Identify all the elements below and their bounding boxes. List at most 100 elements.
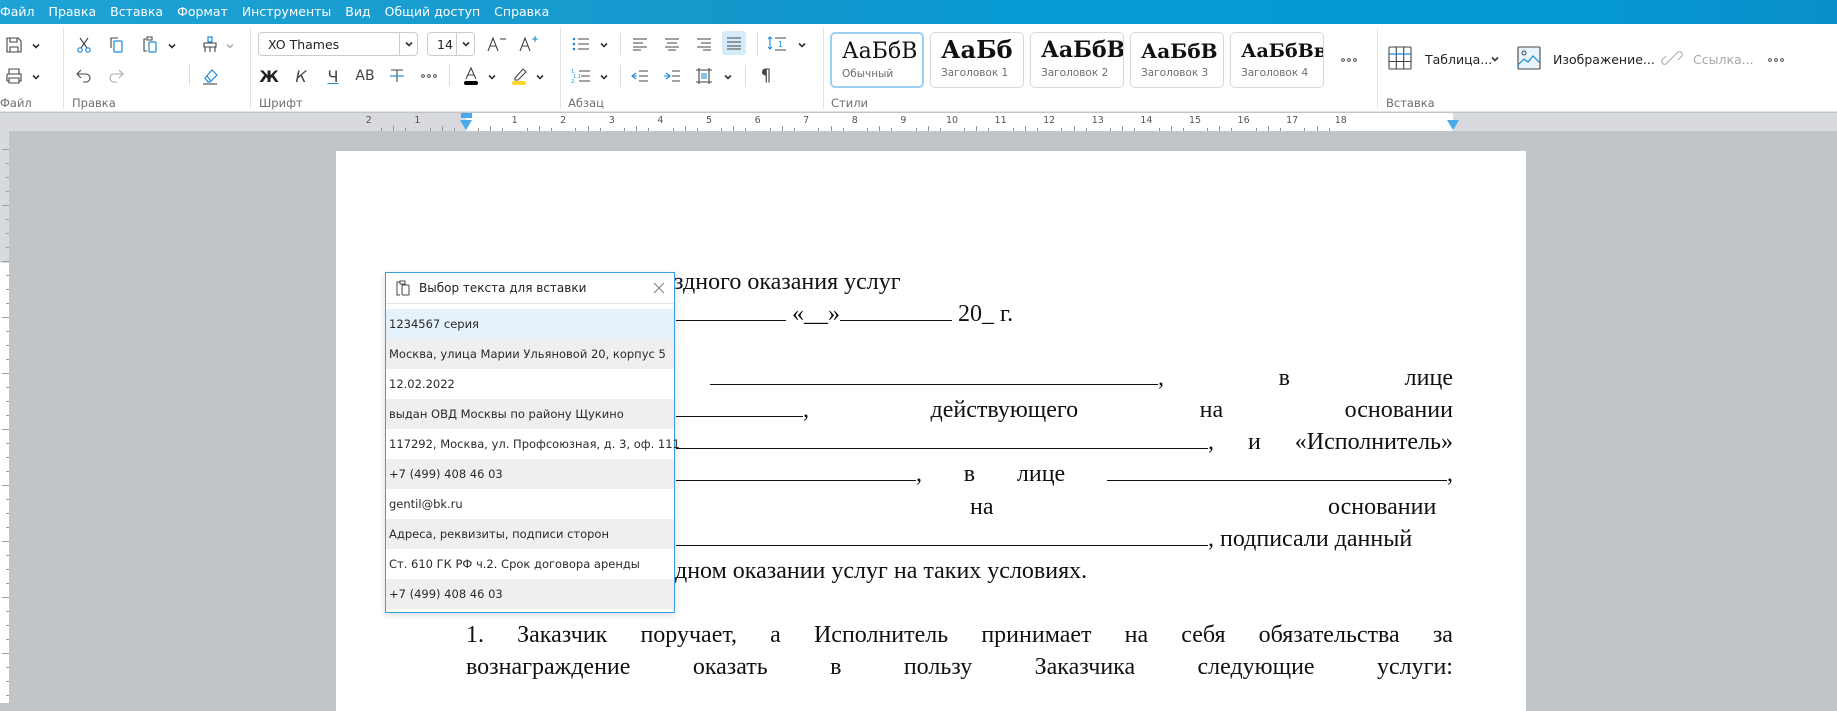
copy-button[interactable] [102,33,130,57]
decrease-font-size-button[interactable] [483,32,511,56]
paste-item[interactable]: 12.02.2022 [386,369,674,399]
close-icon[interactable] [652,281,666,295]
print-dropdown-chevron-icon[interactable] [30,71,42,83]
font-color-chevron-icon[interactable] [486,71,498,83]
insert-image-label[interactable]: Изображение... [1553,52,1655,67]
paste-dropdown-chevron-icon[interactable] [166,40,178,52]
doc-line[interactable]: , в лице , [676,458,1453,490]
paste-item[interactable]: +7 (499) 408 46 03 [386,579,674,609]
style-normal[interactable]: АаБбВ Обычный [830,32,924,88]
insert-table-button[interactable] [1386,46,1414,70]
text[interactable]: основании [1328,491,1436,523]
change-case-button[interactable]: АВ [351,64,379,88]
format-painter-button[interactable] [196,33,224,57]
format-painter-chevron-icon[interactable] [224,40,236,52]
first-line-indent-marker[interactable] [461,113,472,118]
font-color-button[interactable] [457,64,485,88]
style-heading-4[interactable]: АаБбВв Заголовок 4 [1230,32,1324,88]
increase-font-size-button[interactable] [515,32,543,56]
line-spacing-button[interactable]: 1 [763,32,791,56]
menu-tools[interactable]: Инструменты [235,0,338,24]
more-font-options-button[interactable] [415,64,443,88]
align-right-button[interactable] [690,32,718,56]
strikethrough-button[interactable] [383,64,411,88]
paste-button[interactable] [136,33,164,57]
more-styles-button[interactable] [1335,48,1363,72]
blank-field[interactable] [1106,459,1447,481]
doc-line[interactable]: , подписали данный [676,523,1412,555]
paste-item[interactable]: +7 (499) 408 46 03 [386,459,674,489]
paragraph-borders-button[interactable] [690,64,718,88]
blank-field[interactable] [676,524,1208,546]
menu-view[interactable]: Вид [338,0,377,24]
insert-link-label[interactable]: Ссылка... [1693,52,1754,67]
paste-item[interactable]: 117292, Москва, ул. Профсоюзная, д. 3, о… [386,429,680,459]
text[interactable]: на [970,491,994,523]
more-insert-button[interactable] [1762,48,1790,72]
doc-paragraph-1-line-2[interactable]: вознаграждение оказать в пользу Заказчика сле… [466,651,1453,683]
highlight-color-chevron-icon[interactable] [534,71,546,83]
insert-image-button[interactable] [1515,46,1543,70]
right-indent-marker[interactable] [1447,120,1459,130]
menu-sharing[interactable]: Общий доступ [378,0,488,24]
doc-line[interactable]: , в лице [710,362,1453,394]
redo-button[interactable] [102,64,130,88]
numbered-list-button[interactable]: 1. 1.1 2. [567,64,595,88]
align-justify-button[interactable] [722,31,746,55]
bold-button[interactable]: Ж [255,64,283,88]
show-formatting-marks-button[interactable]: ¶ [752,64,780,88]
menu-file[interactable]: Файл [0,0,42,24]
print-button[interactable] [0,64,28,88]
italic-button[interactable]: К [287,64,315,88]
insert-table-chevron-icon[interactable] [1489,53,1501,65]
font-name-select[interactable]: XO Thames [258,32,418,56]
borders-chevron-icon[interactable] [722,71,734,83]
blank-field[interactable] [840,299,952,321]
align-left-button[interactable] [626,32,654,56]
underline-button[interactable]: Ч [319,64,347,88]
style-heading-3[interactable]: АаБбВ Заголовок 3 [1130,32,1224,88]
font-size-select[interactable]: 14 [427,32,475,56]
undo-button[interactable] [70,64,98,88]
style-heading-1[interactable]: АаБб Заголовок 1 [930,32,1024,88]
blank-field[interactable] [676,427,1208,449]
vertical-ruler[interactable] [0,131,9,703]
blank-field[interactable] [710,363,1158,385]
style-heading-2[interactable]: АаБбВ Заголовок 2 [1030,32,1124,88]
date-year-field[interactable]: 20_ г. [958,301,1013,327]
menu-edit[interactable]: Правка [42,0,104,24]
insert-link-button[interactable] [1658,46,1686,70]
paste-item[interactable]: 1234567 серия [386,309,674,339]
menu-format[interactable]: Формат [170,0,235,24]
highlight-color-button[interactable] [505,64,533,88]
save-dropdown-chevron-icon[interactable] [30,40,42,52]
blank-field[interactable] [676,459,916,481]
paste-item[interactable]: Ст. 610 ГК РФ ч.2. Срок договора аренды [386,549,674,579]
paste-item[interactable]: gentil@bk.ru [386,489,674,519]
doc-line[interactable]: , и «Исполнитель» [676,426,1453,458]
cut-button[interactable] [70,33,98,57]
insert-table-label[interactable]: Таблица... [1425,52,1492,67]
blank-field[interactable] [676,299,786,321]
blank-field[interactable] [676,395,803,417]
line-spacing-chevron-icon[interactable] [796,39,808,51]
save-button[interactable] [0,33,28,57]
left-indent-marker[interactable] [460,120,472,130]
doc-line[interactable]: дном оказании услуг на таких условиях. [675,555,1087,587]
numbered-list-chevron-icon[interactable] [598,71,610,83]
doc-date-line[interactable]: «__» 20_ г. [676,298,1013,330]
doc-title-line[interactable]: здного оказания услуг [674,266,901,298]
increase-indent-button[interactable] [658,64,686,88]
horizontal-ruler[interactable]: 2 1 1 2 3 4 5 6 7 8 9 10 11 12 13 14 15 16 17 18 [0,113,1837,131]
doc-paragraph-1-line-1[interactable]: 1. Заказчик поручает, а Исполнитель принимает… [466,619,1453,651]
paste-item[interactable]: выдан ОВД Москвы по району Щукино [386,399,674,429]
doc-line[interactable]: , действующего на основании [676,394,1453,426]
date-day-field[interactable]: «__» [792,301,840,327]
menu-insert[interactable]: Вставка [103,0,170,24]
decrease-indent-button[interactable] [626,64,654,88]
paste-item[interactable]: Москва, улица Марии Ульяновой 20, корпус… [386,339,674,369]
align-center-button[interactable] [658,32,686,56]
clear-formatting-button[interactable] [196,64,224,88]
menu-help[interactable]: Справка [487,0,556,24]
bullet-list-chevron-icon[interactable] [598,39,610,51]
